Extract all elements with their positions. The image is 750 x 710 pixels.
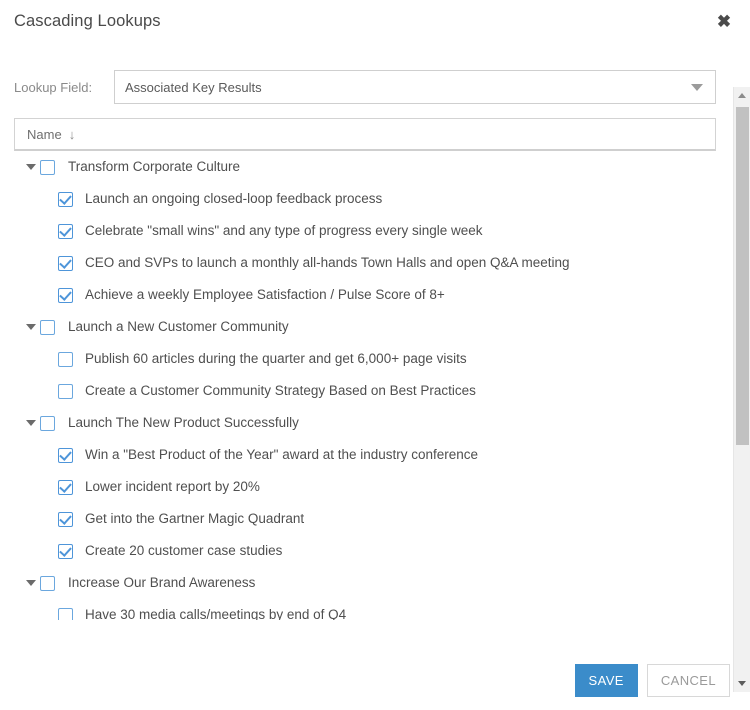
checkbox-checked[interactable] <box>58 191 73 207</box>
tree-row-label: Launch a New Customer Community <box>68 319 289 335</box>
tree-group-row[interactable]: Increase Our Brand Awareness <box>14 567 716 599</box>
tree-child-row[interactable]: Lower incident report by 20% <box>14 471 716 503</box>
dialog-body: Lookup Field: Associated Key Results Nam… <box>0 42 750 692</box>
tree-row-label: Launch The New Product Successfully <box>68 415 299 431</box>
tree-row-label: Increase Our Brand Awareness <box>68 575 256 591</box>
lookup-field-value: Associated Key Results <box>125 79 262 95</box>
close-icon[interactable]: ✖ <box>712 9 736 33</box>
dialog-footer: SAVE CANCEL <box>0 650 750 710</box>
tree-row-label: CEO and SVPs to launch a monthly all-han… <box>85 255 570 271</box>
lookup-field-row: Lookup Field: Associated Key Results <box>14 69 736 105</box>
lookup-tree-list[interactable]: Transform Corporate Culture Launch an ong… <box>14 151 716 620</box>
tree-group-row[interactable]: Launch The New Product Successfully <box>14 407 716 439</box>
checkbox-checked[interactable] <box>58 543 73 559</box>
tree-group-row[interactable]: Transform Corporate Culture <box>14 151 716 183</box>
checkbox-checked[interactable] <box>58 447 73 463</box>
cascading-lookups-dialog: Cascading Lookups ✖ Lookup Field: Associ… <box>0 0 750 710</box>
grid-column-header: Name ↓ <box>14 118 716 151</box>
scroll-down-arrow-icon[interactable] <box>734 675 750 692</box>
tree-child-row[interactable]: Achieve a weekly Employee Satisfaction /… <box>14 279 716 311</box>
checkbox-unchecked[interactable] <box>58 383 73 399</box>
tree-row-label: Create 20 customer case studies <box>85 543 283 559</box>
tree-row-label: Lower incident report by 20% <box>85 479 260 495</box>
expander-triangle-down-icon[interactable] <box>22 420 40 426</box>
tree-row-label: Launch an ongoing closed-loop feedback p… <box>85 191 383 207</box>
expander-triangle-down-icon[interactable] <box>22 164 40 170</box>
checkbox-unchecked[interactable] <box>58 607 73 620</box>
tree-row-label: Create a Customer Community Strategy Bas… <box>85 383 476 399</box>
tree-row-label: Celebrate "small wins" and any type of p… <box>85 223 483 239</box>
tree-child-row[interactable]: Launch an ongoing closed-loop feedback p… <box>14 183 716 215</box>
tree-child-row[interactable]: Create a Customer Community Strategy Bas… <box>14 375 716 407</box>
scrollbar-thumb[interactable] <box>736 107 749 445</box>
tree-row-label: Get into the Gartner Magic Quadrant <box>85 511 305 527</box>
tree-row-label: Publish 60 articles during the quarter a… <box>85 351 467 367</box>
tree-child-row[interactable]: Win a "Best Product of the Year" award a… <box>14 439 716 471</box>
sort-descending-icon: ↓ <box>68 126 76 142</box>
tree-child-row[interactable]: Celebrate "small wins" and any type of p… <box>14 215 716 247</box>
scroll-up-arrow-icon[interactable] <box>734 87 750 104</box>
checkbox-checked[interactable] <box>58 223 73 239</box>
lookup-field-select[interactable]: Associated Key Results <box>114 70 716 104</box>
tree-child-row[interactable]: Publish 60 articles during the quarter a… <box>14 343 716 375</box>
checkbox-unchecked[interactable] <box>40 415 55 431</box>
checkbox-unchecked[interactable] <box>58 351 73 367</box>
save-button[interactable]: SAVE <box>574 663 638 697</box>
expander-triangle-down-icon[interactable] <box>22 324 40 330</box>
checkbox-checked[interactable] <box>58 511 73 527</box>
dialog-header: Cascading Lookups ✖ <box>0 0 750 42</box>
vertical-scrollbar[interactable] <box>733 87 750 692</box>
tree-child-row[interactable]: Have 30 media calls/meetings by end of Q… <box>14 599 716 620</box>
tree-row-label: Achieve a weekly Employee Satisfaction /… <box>85 287 445 303</box>
expander-triangle-down-icon[interactable] <box>22 580 40 586</box>
column-header-name[interactable]: Name ↓ <box>15 128 75 141</box>
lookup-field-label: Lookup Field: <box>14 79 93 95</box>
page-title: Cascading Lookups <box>14 11 161 30</box>
checkbox-checked[interactable] <box>58 287 73 303</box>
tree-row-label: Have 30 media calls/meetings by end of Q… <box>85 607 347 620</box>
checkbox-checked[interactable] <box>58 255 73 271</box>
checkbox-unchecked[interactable] <box>40 575 55 591</box>
chevron-down-icon <box>691 84 703 91</box>
cancel-button[interactable]: CANCEL <box>646 663 730 697</box>
tree-child-row[interactable]: CEO and SVPs to launch a monthly all-han… <box>14 247 716 279</box>
tree-row-label: Transform Corporate Culture <box>68 159 241 175</box>
tree-group-row[interactable]: Launch a New Customer Community <box>14 311 716 343</box>
tree-row-label: Win a "Best Product of the Year" award a… <box>85 447 479 463</box>
checkbox-checked[interactable] <box>58 479 73 495</box>
column-header-name-label: Name <box>27 126 62 142</box>
tree-child-row[interactable]: Get into the Gartner Magic Quadrant <box>14 503 716 535</box>
checkbox-unchecked[interactable] <box>40 159 55 175</box>
tree-child-row[interactable]: Create 20 customer case studies <box>14 535 716 567</box>
checkbox-unchecked[interactable] <box>40 319 55 335</box>
